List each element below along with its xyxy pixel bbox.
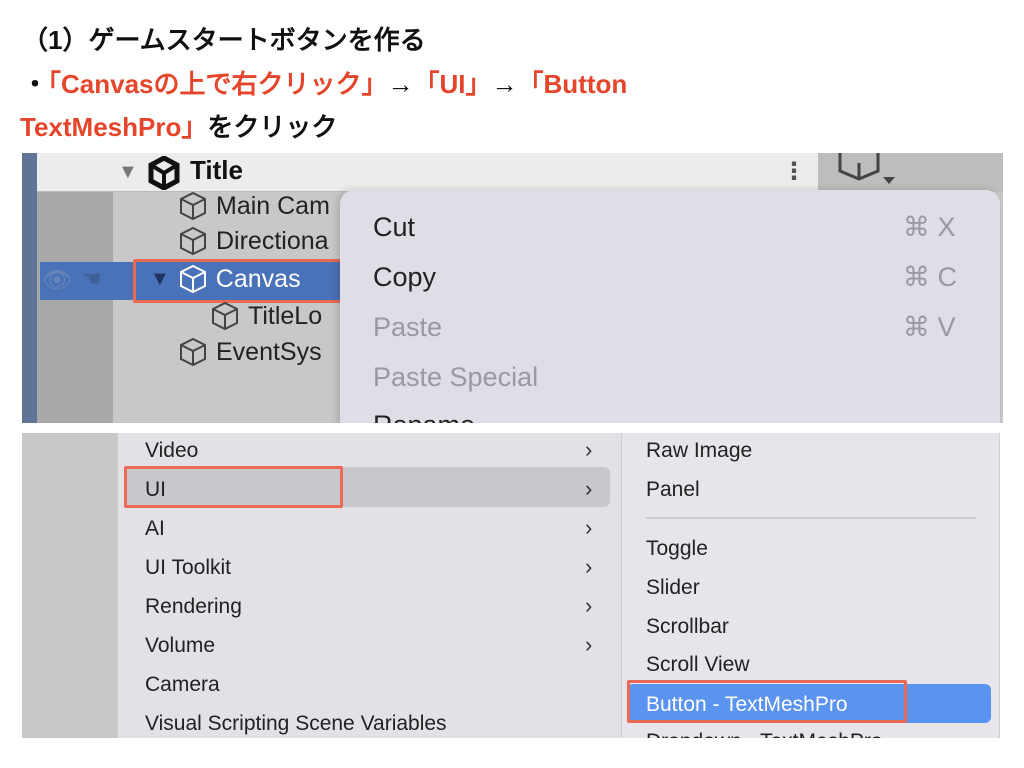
cube-dropdown-icon[interactable]: [837, 153, 897, 189]
scene-title: Title: [190, 155, 243, 185]
shortcut-cut: ⌘ X: [903, 212, 956, 242]
menu-separator: [646, 517, 976, 519]
heading-line2: ・「Canvasの上で右クリック」→「UI」→「Button: [22, 64, 627, 101]
submenu-item-raw-image[interactable]: Raw Image: [646, 439, 752, 463]
left-strip: [22, 153, 37, 423]
chevron-right-icon: ›: [585, 437, 593, 462]
cube-icon: [180, 191, 206, 221]
submenu-item-slider[interactable]: Slider: [646, 576, 700, 600]
background-panel: [22, 433, 118, 738]
arrow: →: [491, 69, 518, 99]
bullet: ・: [22, 69, 49, 99]
chevron-right-icon: ›: [585, 632, 593, 657]
heading-line1: （1）ゲームスタートボタンを作る: [22, 25, 426, 55]
menu-item-ai[interactable]: AI: [145, 517, 165, 541]
heading-line3: TextMeshPro」をクリック: [20, 107, 337, 144]
menu-item-camera[interactable]: Camera: [145, 673, 220, 697]
item-label: EventSys: [216, 337, 322, 366]
chevron-right-icon: ›: [585, 476, 593, 501]
submenu-item-toggle[interactable]: Toggle: [646, 537, 708, 561]
cube-icon: [180, 226, 206, 256]
hierarchy-item[interactable]: Directiona: [178, 226, 329, 256]
shortcut-paste: ⌘ V: [903, 312, 956, 342]
menu-item-paste-special[interactable]: Paste Special: [373, 362, 538, 393]
eye-icon[interactable]: 👁: [42, 266, 72, 295]
highlight-box: [124, 466, 343, 508]
hierarchy-item[interactable]: Main Cam: [178, 191, 330, 221]
suffix-text: をクリック: [207, 112, 338, 142]
chevron-right-icon: ›: [585, 593, 593, 618]
create-menu-screenshot: Video › UI › AI › UI Toolkit › Rendering…: [0, 433, 1024, 738]
menu-item-rendering[interactable]: Rendering: [145, 595, 242, 619]
expand-triangle-icon[interactable]: ▼: [118, 161, 138, 184]
menu-item-rename[interactable]: Rename: [373, 410, 475, 423]
highlight-box: [133, 259, 346, 303]
item-label: Directiona: [216, 226, 329, 255]
cube-icon: [180, 337, 206, 367]
step1-text: 「Canvasの上で右クリック」: [48, 69, 388, 99]
step2-text: 「UI」: [413, 69, 492, 99]
more-options-icon[interactable]: ⋮: [782, 157, 806, 186]
menu-item-visual-scripting[interactable]: Visual Scripting Scene Variables: [145, 712, 447, 736]
submenu-item-scrollbar[interactable]: Scrollbar: [646, 615, 729, 639]
pick-hand-icon[interactable]: ☚: [82, 266, 102, 292]
menu-item-volume[interactable]: Volume: [145, 634, 215, 658]
chevron-right-icon: ›: [585, 554, 593, 579]
submenu-item-dropdown-textmeshpro[interactable]: Dropdown - TextMeshPro: [646, 730, 883, 738]
unity-scene-icon: [148, 156, 180, 190]
menu-item-ui-toolkit[interactable]: UI Toolkit: [145, 556, 231, 580]
hierarchy-item[interactable]: EventSys: [178, 337, 322, 367]
submenu-item-scroll-view[interactable]: Scroll View: [646, 653, 749, 677]
menu-item-copy[interactable]: Copy: [373, 262, 436, 293]
arrow: →: [387, 69, 414, 99]
shortcut-copy: ⌘ C: [903, 262, 957, 292]
highlight-box: [627, 680, 907, 723]
menu-item-video[interactable]: Video: [145, 439, 198, 463]
hierarchy-screenshot: ▼ Title ⋮ 👁 ☚ Main Cam Directiona ▼ Canv…: [22, 153, 1003, 423]
item-label: TitleLo: [248, 301, 323, 330]
context-menu: Cut ⌘ X Copy ⌘ C Paste ⌘ V Paste Special…: [340, 190, 1000, 423]
cube-icon: [212, 301, 238, 331]
menu-item-paste[interactable]: Paste: [373, 312, 442, 343]
submenu-item-panel[interactable]: Panel: [646, 478, 700, 502]
step3-text: 「Button: [517, 69, 628, 99]
menu-item-cut[interactable]: Cut: [373, 212, 415, 243]
chevron-right-icon: ›: [585, 515, 593, 540]
hierarchy-item[interactable]: TitleLo: [210, 301, 322, 331]
visibility-column: [37, 192, 113, 423]
item-label: Main Cam: [216, 191, 330, 220]
step3-text-cont: TextMeshPro」: [20, 112, 208, 142]
